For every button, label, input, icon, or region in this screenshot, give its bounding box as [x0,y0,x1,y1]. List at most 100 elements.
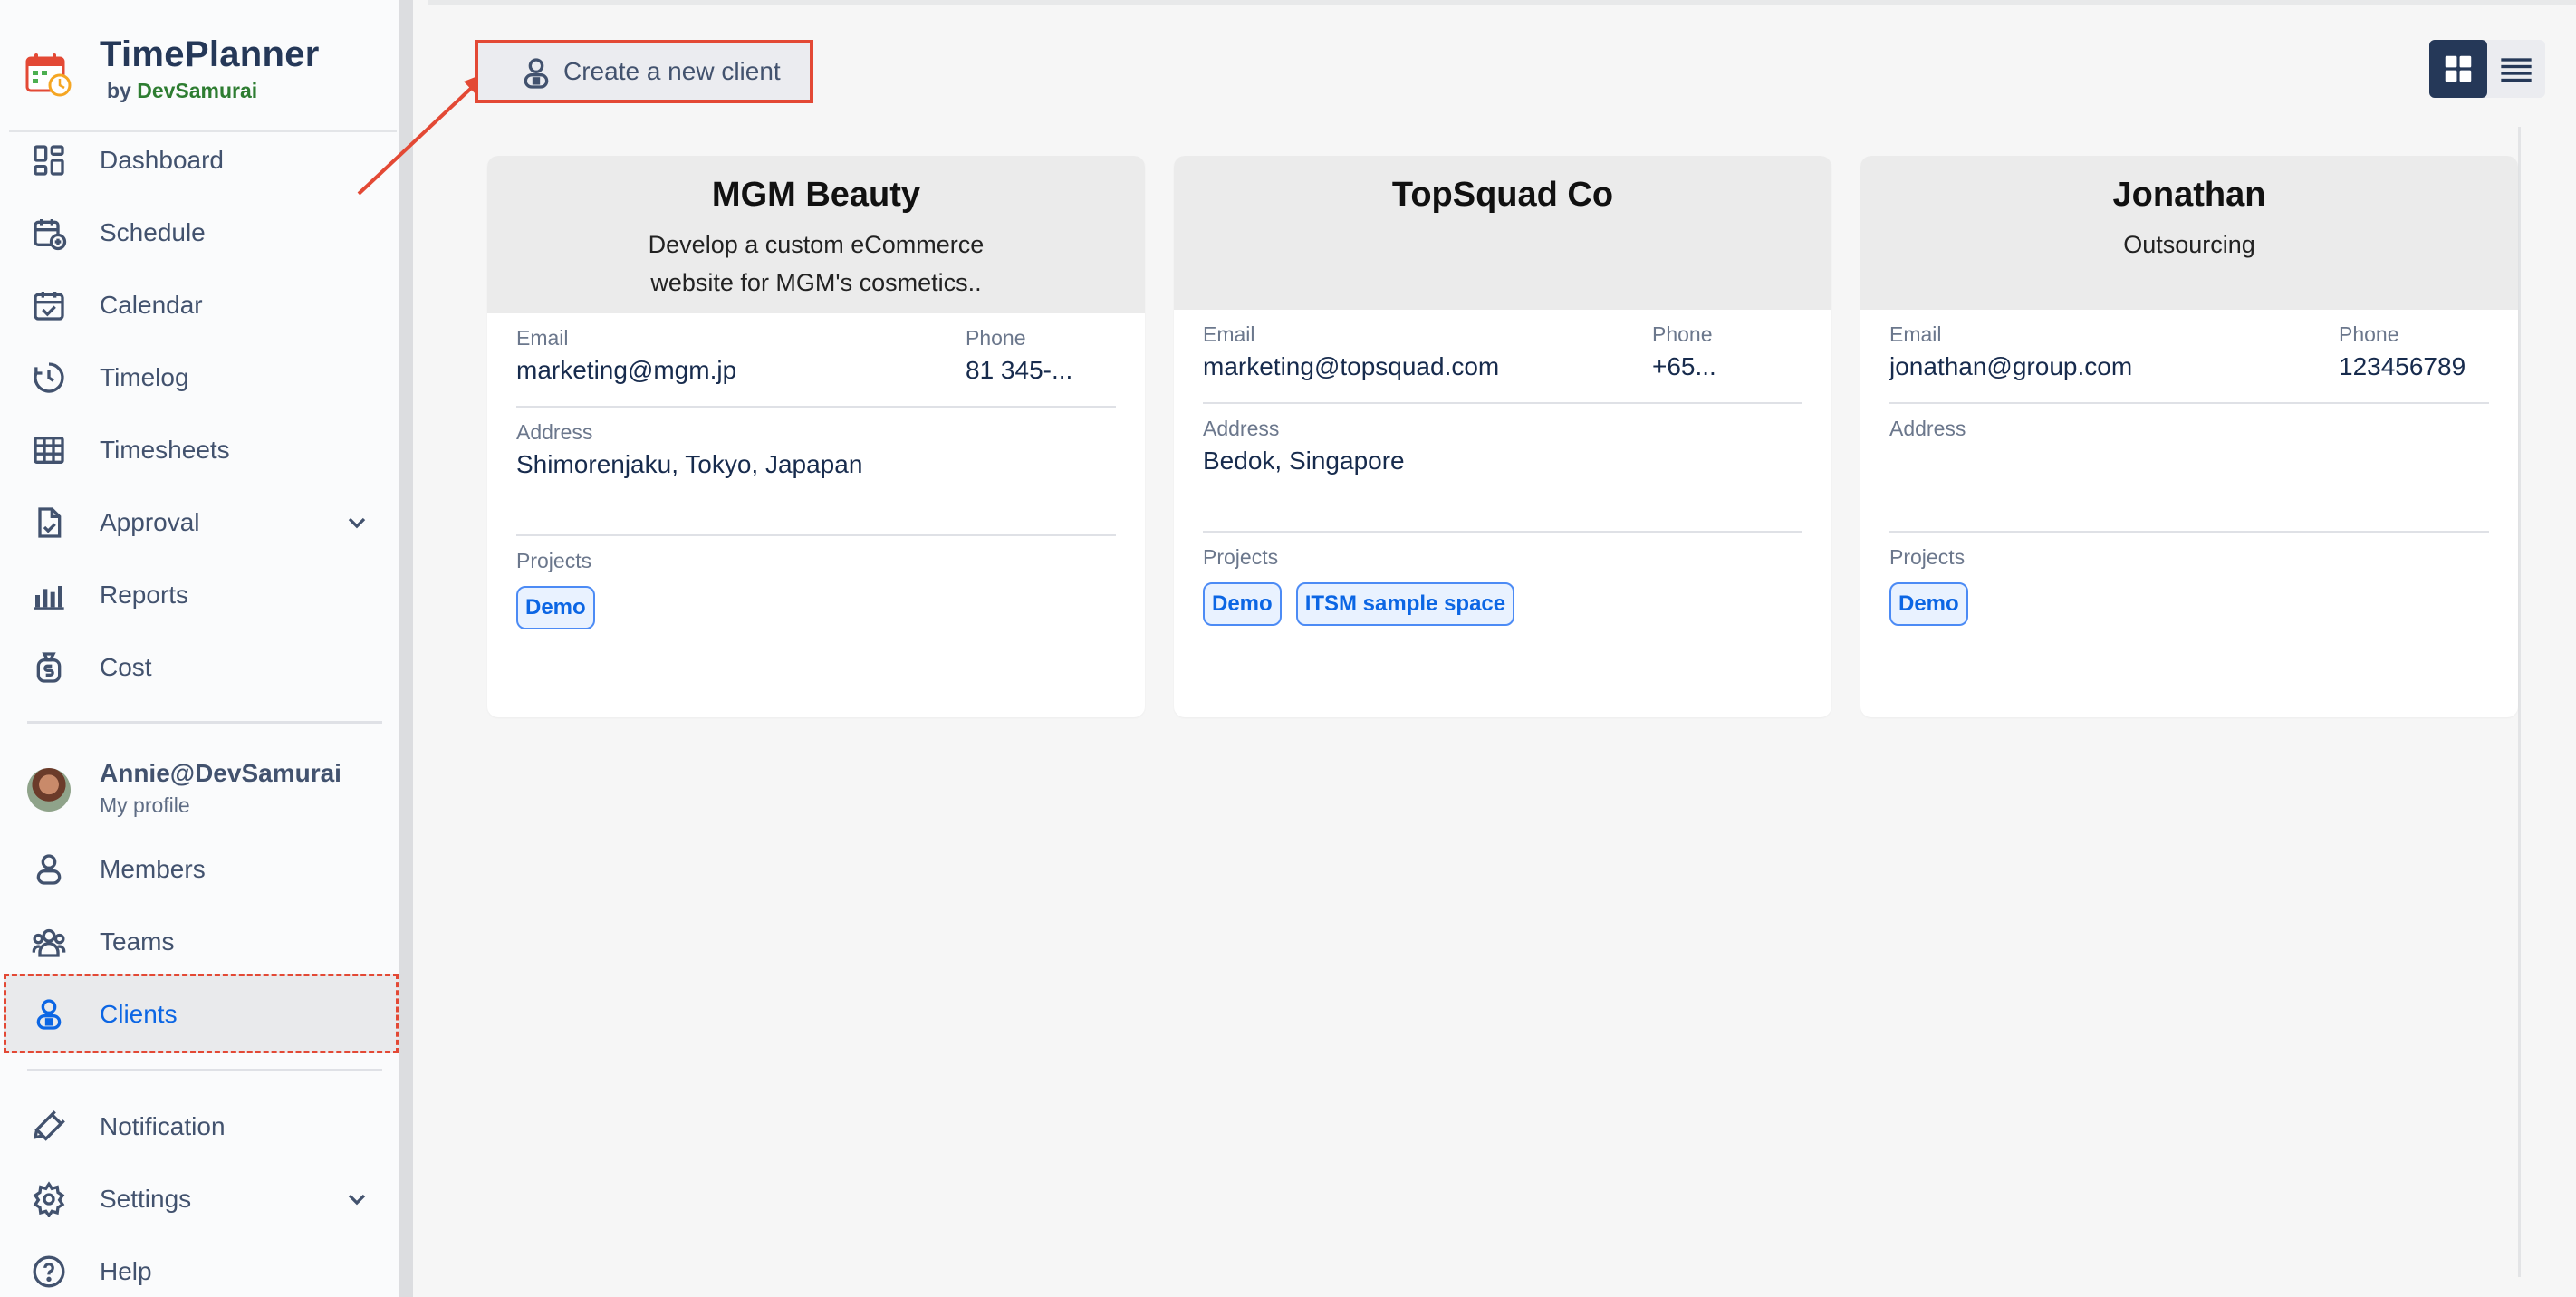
address-label: Address [1889,417,1966,440]
dashboard-icon [29,140,69,180]
project-tag[interactable]: ITSM sample space [1295,582,1515,626]
project-tag[interactable]: Demo [516,586,595,629]
email-label: Email [1889,322,1942,346]
client-description: Outsourcing [2123,231,2255,258]
email-label: Email [1203,322,1255,346]
bar-chart-icon [29,575,69,615]
client-address: Bedok, Singapore [1203,447,1405,475]
list-icon [2501,58,2532,82]
help-icon [29,1252,69,1292]
sidebar-item-notification[interactable]: Notification [0,1090,399,1163]
clock-icon [29,358,69,398]
sidebar-item-label: Timelog [100,363,189,391]
create-client-label: Create a new client [563,57,781,85]
sidebar-item-profile[interactable]: Annie@DevSamurai My profile [0,754,399,826]
sidebar: TimePlanner by DevSamurai Dashboard Sche… [0,0,413,1297]
sidebar-item-label: Timesheets [100,436,230,464]
gear-icon [29,1179,69,1219]
client-email: jonathan@group.com [1889,352,2133,380]
client-lock-icon [29,994,69,1034]
client-name: TopSquad Co [1391,176,1614,214]
grid-icon [2445,55,2472,82]
email-label: Email [516,326,569,350]
sidebar-item-schedule[interactable]: Schedule [0,197,399,269]
sidebar-divider [27,1069,382,1071]
sidebar-item-teams[interactable]: Teams [0,906,399,978]
view-toggle [2429,40,2545,98]
client-description: Develop a custom eCommerce website for M… [648,231,985,296]
top-border [428,0,2576,5]
team-icon [29,922,69,962]
sidebar-item-timesheets[interactable]: Timesheets [0,414,399,486]
calendar-plus-icon [29,213,69,253]
brand[interactable]: TimePlanner by DevSamurai [25,34,320,103]
projects-label: Projects [1889,545,1966,569]
sidebar-item-dashboard[interactable]: Dashboard [0,124,399,197]
project-tag[interactable]: Demo [1889,582,1968,626]
app-title: TimePlanner [100,34,320,74]
address-label: Address [516,420,593,444]
client-name: Jonathan [2112,176,2266,214]
profile-subtitle: My profile [100,793,190,817]
grid-view-button[interactable] [2429,40,2487,98]
avatar [27,768,71,812]
client-lock-icon [524,58,549,89]
projects-label: Projects [1203,545,1279,569]
sidebar-item-label: Calendar [100,291,203,319]
sidebar-divider [27,721,382,724]
table-icon [29,430,69,470]
megaphone-icon [29,1107,69,1147]
client-phone: +65... [1652,352,1716,380]
sidebar-item-label: Schedule [100,218,206,246]
project-tag[interactable]: Demo [1203,582,1282,626]
phone-label: Phone [2339,322,2399,346]
list-view-button[interactable] [2487,40,2545,98]
sidebar-item-label: Teams [100,927,175,956]
client-email: marketing@topsquad.com [1203,352,1500,380]
sidebar-item-label: Settings [100,1185,192,1213]
document-check-icon [29,503,69,543]
sidebar-item-label: Dashboard [100,146,224,174]
phone-label: Phone [1652,322,1713,346]
sidebar-item-label: Cost [100,653,152,681]
sidebar-item-settings[interactable]: Settings [0,1163,399,1235]
scroll-rail[interactable] [2518,127,2521,1277]
client-name: MGM Beauty [711,176,921,214]
sidebar-item-label: Help [100,1257,152,1285]
chevron-down-icon[interactable] [342,1185,371,1214]
calendar-clock-logo-icon [25,53,72,97]
phone-label: Phone [966,326,1026,350]
sidebar-item-label: Approval [100,508,200,536]
client-card-header: Jonathan Outsourcing [1860,156,2518,310]
create-client-button[interactable]: Create a new client [475,40,813,103]
client-card-header: TopSquad Co [1174,156,1831,310]
client-card[interactable]: MGM Beauty Develop a custom eCommerce we… [487,156,1145,717]
sidebar-item-label: Members [100,855,206,883]
sidebar-item-calendar[interactable]: Calendar [0,269,399,341]
client-card[interactable]: TopSquad Co Email marketing@topsquad.com… [1174,156,1831,717]
calendar-check-icon [29,285,69,325]
projects-label: Projects [516,549,592,572]
sidebar-item-reports[interactable]: Reports [0,559,399,631]
sidebar-item-members[interactable]: Members [0,833,399,906]
client-card[interactable]: Jonathan Outsourcing Email jonathan@grou… [1860,156,2518,717]
client-address: Shimorenjaku, Tokyo, Japapan [516,450,863,478]
app-byline: by DevSamurai [107,79,258,102]
sidebar-item-approval[interactable]: Approval [0,486,399,559]
address-label: Address [1203,417,1280,440]
sidebar-item-help[interactable]: Help [0,1235,399,1297]
sidebar-item-cost[interactable]: Cost [0,631,399,704]
client-card-header: MGM Beauty Develop a custom eCommerce we… [487,156,1145,313]
money-bag-icon [29,648,69,687]
sidebar-item-label: Reports [100,581,189,609]
sidebar-item-timelog[interactable]: Timelog [0,341,399,414]
chevron-down-icon[interactable] [342,508,371,537]
client-email: marketing@mgm.jp [516,356,737,384]
sidebar-item-label: Notification [100,1112,226,1140]
sidebar-item-clients[interactable]: Clients [0,978,399,1051]
user-icon [29,850,69,889]
client-phone: 123456789 [2339,352,2466,380]
client-phone: 81 345-... [966,356,1073,384]
sidebar-item-label: Clients [100,1000,178,1028]
profile-name: Annie@DevSamurai [100,759,341,787]
